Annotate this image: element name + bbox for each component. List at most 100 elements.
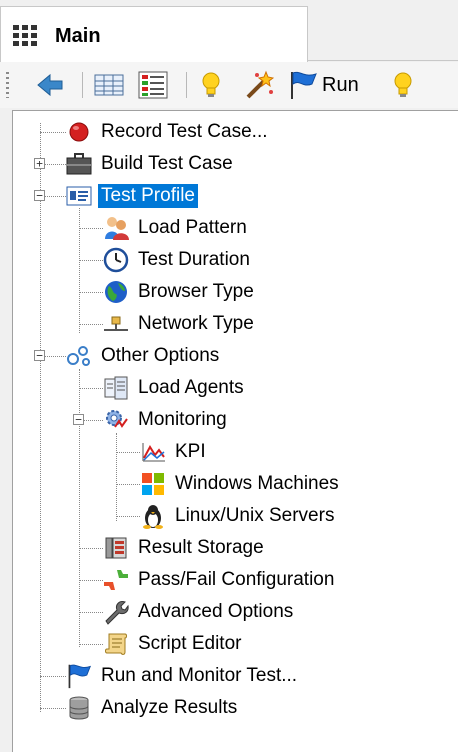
- linux-penguin-icon: [140, 503, 166, 529]
- tree-item-label: Test Profile: [98, 184, 198, 208]
- tree-item-browser-type[interactable]: Browser Type: [103, 277, 257, 307]
- navigation-tree[interactable]: + − − − Record Test Case... Build Test C…: [12, 110, 458, 752]
- briefcase-icon: [66, 151, 92, 177]
- tree-item-label: Network Type: [138, 313, 254, 334]
- network-icon: [103, 311, 129, 337]
- tree-item-load-agents[interactable]: Load Agents: [103, 373, 247, 403]
- tree-item-label: Script Editor: [138, 633, 242, 654]
- colored-list-icon: [138, 71, 168, 99]
- tree-item-record-test-case[interactable]: Record Test Case...: [66, 117, 271, 147]
- tree-connector: [116, 516, 140, 518]
- windows-logo-icon: [140, 471, 166, 497]
- tree-connector: [79, 324, 103, 326]
- users-icon: [103, 215, 129, 241]
- tab-strip: Main: [0, 0, 458, 62]
- back-button[interactable]: [36, 70, 64, 100]
- blue-flag-icon: [288, 70, 318, 100]
- tree-item-label: KPI: [175, 441, 206, 462]
- globe-icon: [103, 279, 129, 305]
- tree-item-advanced-options[interactable]: Advanced Options: [103, 597, 296, 627]
- tree-item-build-test-case[interactable]: Build Test Case: [66, 149, 236, 179]
- tree-item-label: Windows Machines: [175, 473, 339, 494]
- stacked-database-icon: [66, 695, 92, 721]
- tree-item-label: Other Options: [101, 345, 220, 366]
- record-icon: [66, 119, 92, 145]
- servers-icon: [103, 375, 129, 401]
- toolbar-separator: [186, 72, 187, 98]
- hint-button[interactable]: [392, 70, 414, 100]
- table-icon: [94, 73, 124, 97]
- wizard-button[interactable]: [244, 70, 274, 100]
- tree-item-label: Result Storage: [138, 537, 264, 558]
- toolbar-grip[interactable]: [6, 72, 9, 98]
- back-arrow-icon: [36, 73, 64, 97]
- tree-item-label: Pass/Fail Configuration: [138, 569, 335, 590]
- tip-button[interactable]: [200, 70, 222, 100]
- collapse-icon[interactable]: −: [73, 414, 84, 425]
- tree-item-label: Monitoring: [138, 409, 227, 430]
- colored-list-button[interactable]: [138, 70, 168, 100]
- tree-connector: [79, 292, 103, 294]
- blue-flag-icon: [66, 663, 92, 689]
- clock-icon: [103, 247, 129, 273]
- tab-main-label: Main: [55, 25, 101, 47]
- tree-connector: [79, 580, 103, 582]
- tree-connector: [79, 260, 103, 262]
- tree-connector: [116, 452, 140, 454]
- lightbulb-icon: [392, 71, 414, 99]
- database-icon: [103, 535, 129, 561]
- toolbar: Run: [0, 62, 458, 108]
- tree-connector: [116, 433, 118, 521]
- tree-item-label: Linux/Unix Servers: [175, 505, 335, 526]
- magic-wand-icon: [244, 70, 274, 100]
- run-button[interactable]: Run: [288, 70, 359, 100]
- table-view-button[interactable]: [94, 70, 124, 100]
- tree-item-run-and-monitor-test[interactable]: Run and Monitor Test...: [66, 661, 300, 691]
- tree-item-linux-servers[interactable]: Linux/Unix Servers: [140, 501, 337, 531]
- expand-icon[interactable]: +: [34, 158, 45, 169]
- tree-item-load-pattern[interactable]: Load Pattern: [103, 213, 250, 243]
- tree-item-test-duration[interactable]: Test Duration: [103, 245, 253, 275]
- tree-connector: [79, 208, 81, 333]
- tree-connector: [40, 708, 66, 710]
- tree-item-label: Build Test Case: [101, 153, 233, 174]
- scroll-icon: [103, 631, 129, 657]
- tree-item-label: Advanced Options: [138, 601, 294, 622]
- tree-item-result-storage[interactable]: Result Storage: [103, 533, 267, 563]
- tree-connector: [79, 612, 103, 614]
- monitoring-gear-icon: [103, 407, 129, 433]
- tree-connector: [40, 123, 42, 712]
- thumbs-up-down-icon: [103, 567, 129, 593]
- tree-item-label: Analyze Results: [101, 697, 238, 718]
- tree-item-test-profile[interactable]: Test Profile: [66, 181, 198, 211]
- tree-item-windows-machines[interactable]: Windows Machines: [140, 469, 342, 499]
- tree-item-kpi[interactable]: KPI: [140, 437, 209, 467]
- chart-line-icon: [140, 439, 166, 465]
- profile-card-icon: [66, 183, 92, 209]
- collapse-icon[interactable]: −: [34, 350, 45, 361]
- tree-connector: [79, 548, 103, 550]
- tree-item-analyze-results[interactable]: Analyze Results: [66, 693, 240, 723]
- tree-connector: [116, 484, 140, 486]
- tree-connector: [45, 164, 66, 166]
- tree-connector: [84, 420, 103, 422]
- tree-connector: [79, 644, 103, 646]
- collapse-icon[interactable]: −: [34, 190, 45, 201]
- tree-item-label: Run and Monitor Test...: [101, 665, 298, 686]
- lightbulb-icon: [200, 71, 222, 99]
- tree-connector: [79, 369, 81, 647]
- tree-connector: [45, 356, 66, 358]
- tab-main[interactable]: Main: [0, 6, 308, 62]
- tree-item-network-type[interactable]: Network Type: [103, 309, 257, 339]
- tree-connector: [79, 388, 103, 390]
- options-circles-icon: [66, 343, 92, 369]
- tree-item-other-options[interactable]: Other Options: [66, 341, 222, 371]
- tree-item-pass-fail-configuration[interactable]: Pass/Fail Configuration: [103, 565, 337, 595]
- tree-item-label: Test Duration: [138, 249, 250, 270]
- grid-icon: [13, 25, 37, 47]
- toolbar-separator: [82, 72, 83, 98]
- tree-connector: [40, 676, 66, 678]
- tree-item-script-editor[interactable]: Script Editor: [103, 629, 244, 659]
- tree-item-label: Browser Type: [138, 281, 254, 302]
- tree-item-monitoring[interactable]: Monitoring: [103, 405, 230, 435]
